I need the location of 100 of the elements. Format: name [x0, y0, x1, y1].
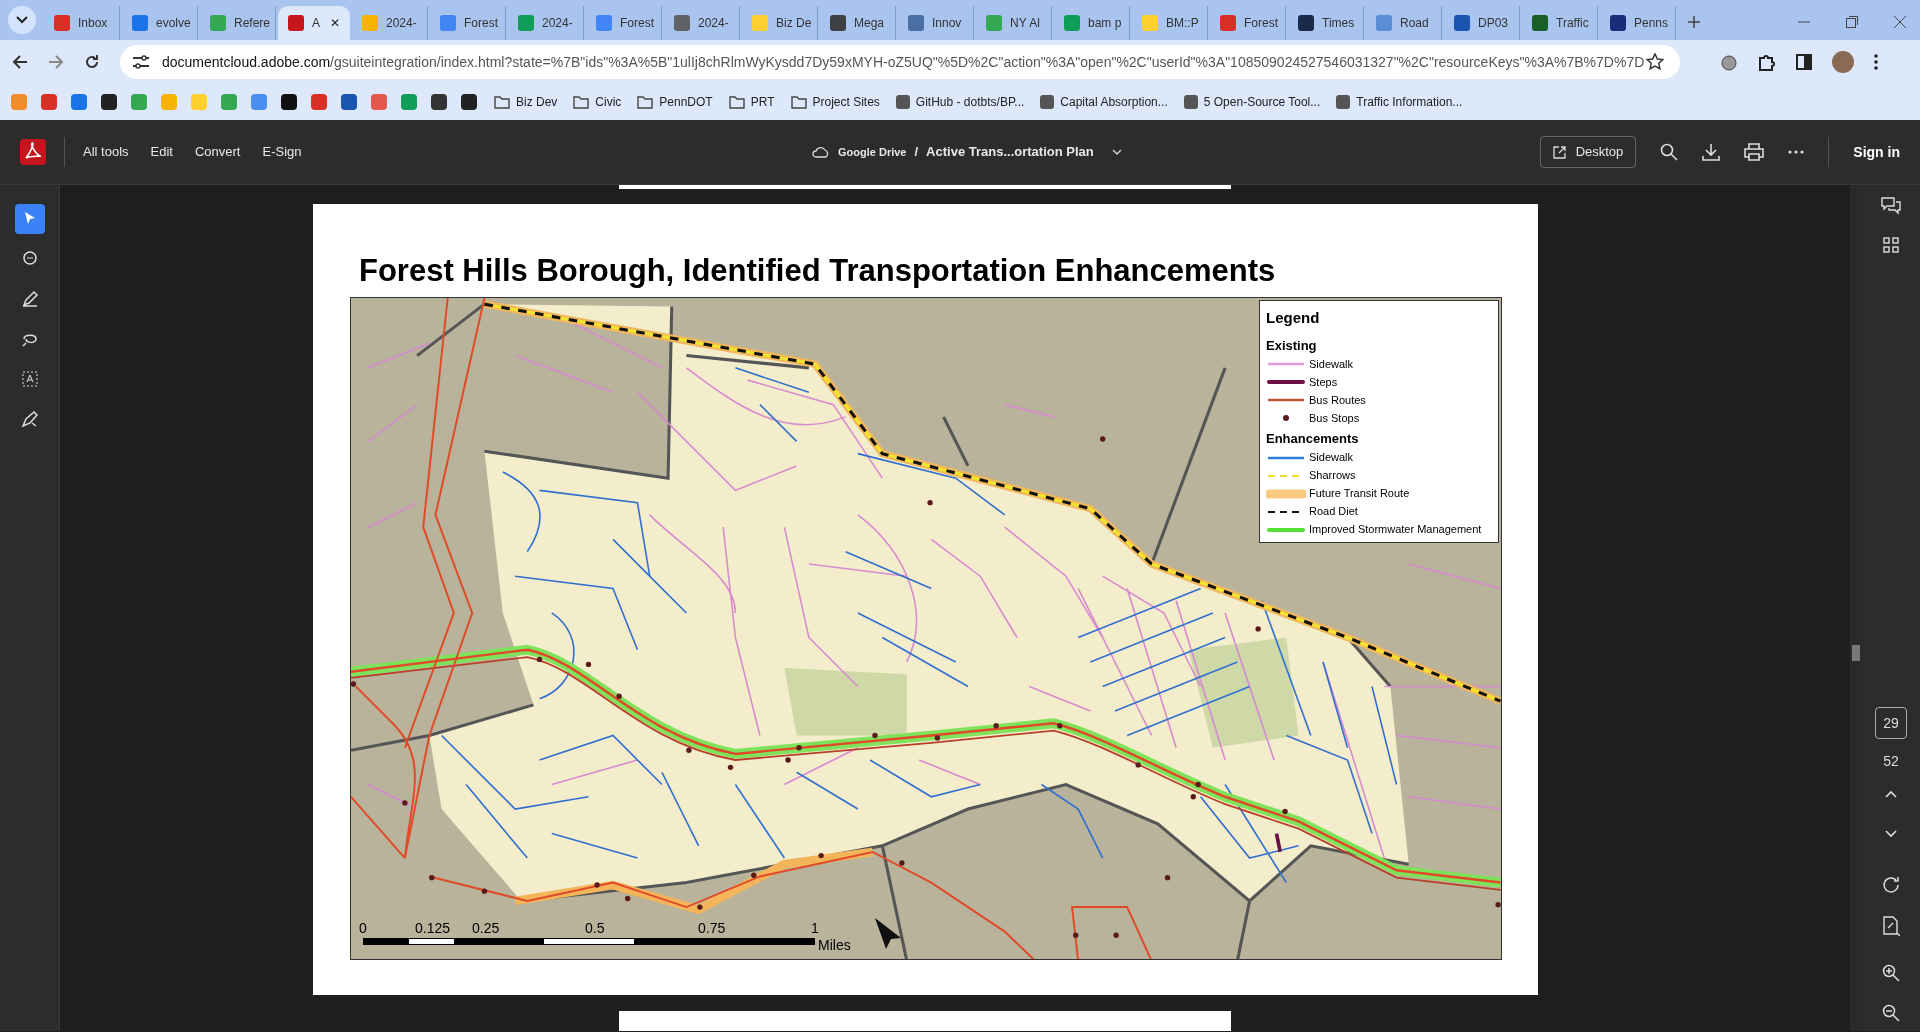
bookmark-link[interactable]: 5 Open-Source Tool... — [1183, 93, 1321, 111]
legend-heading: Enhancements — [1266, 430, 1360, 448]
legend-label: Road Diet — [1309, 504, 1358, 520]
favicon-icon — [1610, 15, 1626, 31]
zoom-out-icon[interactable] — [1882, 1004, 1900, 1022]
page-title: Forest Hills Borough, Identified Transportation Enhancements — [359, 252, 1276, 290]
download-icon[interactable] — [1702, 143, 1721, 161]
scale-label: 0.75 — [698, 919, 726, 938]
favicon-icon — [674, 15, 690, 31]
breadcrumb-location[interactable]: Google Drive — [838, 143, 907, 160]
chevron-down-icon[interactable] — [1111, 148, 1122, 155]
bookmark-folder[interactable]: Civic — [573, 93, 622, 111]
bookmark-icon[interactable] — [281, 94, 297, 110]
folder-icon — [790, 95, 807, 109]
bookmark-icon[interactable] — [431, 94, 447, 110]
forward-icon[interactable] — [48, 54, 64, 70]
favicon-icon — [1454, 15, 1470, 31]
favicon-icon — [288, 15, 304, 31]
chevron-down-icon — [16, 16, 28, 24]
tool-button[interactable] — [14, 204, 45, 234]
bookmark-link[interactable]: Traffic Information... — [1336, 93, 1463, 111]
toolbar-menu-item[interactable]: Edit — [150, 142, 173, 162]
extension-icon[interactable] — [1720, 53, 1738, 71]
site-icon — [1040, 95, 1055, 109]
favicon-icon — [54, 15, 70, 31]
chevron-up-icon[interactable] — [1885, 790, 1897, 798]
site-icon — [1336, 95, 1351, 109]
back-icon[interactable] — [12, 54, 28, 70]
favicon-icon — [1376, 15, 1392, 31]
favicon-icon — [210, 15, 226, 31]
browser-tab[interactable]: A ✕ — [278, 6, 350, 40]
chevron-down-icon[interactable] — [1885, 830, 1897, 838]
legend-label: Sidewalk — [1309, 450, 1354, 466]
zoom-in-icon[interactable] — [1882, 964, 1900, 982]
scrollbar[interactable] — [1850, 185, 1862, 1031]
favicon-icon — [830, 15, 846, 31]
document-title: Active Trans...ortation Plan — [926, 143, 1094, 161]
desktop-button[interactable]: Desktop — [1539, 136, 1637, 168]
page-number-field[interactable]: 29 — [1875, 707, 1907, 739]
bookmark-link[interactable]: GitHub - dotbts/BP... — [895, 93, 1025, 111]
bookmark-folder[interactable]: Project Sites — [790, 93, 880, 111]
bookmark-icon[interactable] — [341, 94, 357, 110]
reload-icon[interactable] — [84, 54, 100, 70]
toolbar-menu-item[interactable]: All tools — [83, 142, 129, 162]
rotate-icon[interactable] — [1882, 876, 1900, 894]
legend-heading: Existing — [1266, 336, 1318, 355]
scrollbar-thumb[interactable] — [1852, 645, 1860, 661]
file-icon[interactable] — [1882, 916, 1900, 936]
legend-label: Future Transit Route — [1309, 486, 1410, 502]
url-text: documentcloud.adobe.com/gsuiteintegration/index.html?state=%7B"ids"%3A%5B"1ulIj8chRlmWyKysdd7Dy59xMYH-oZ5UQ"%5D%2C"action"%3A"open"%2C"userId"%3A"108509024527546031327"%2C"resourceKeys"%3A%7B%7D%7D — [162, 52, 1646, 72]
bookmark-folder[interactable]: PRT — [728, 93, 775, 111]
site-info-icon[interactable] — [132, 55, 150, 69]
more-icon[interactable] — [1874, 54, 1878, 70]
legend-label: Improved Stormwater Management — [1309, 522, 1482, 538]
bookmark-icon[interactable] — [461, 94, 477, 110]
cloud-icon — [812, 145, 830, 158]
search-icon[interactable] — [1660, 143, 1679, 161]
new-tab-icon[interactable] — [1688, 16, 1700, 28]
favicon-icon — [752, 15, 768, 31]
bookmark-folder[interactable]: Biz Dev — [494, 93, 558, 111]
print-icon[interactable] — [1744, 143, 1765, 161]
puzzle-icon[interactable] — [1758, 53, 1776, 71]
legend-label: Bus Stops — [1309, 410, 1360, 426]
bookmark-link[interactable]: Capital Absorption... — [1040, 93, 1168, 111]
legend-title: Legend — [1266, 308, 1321, 328]
folder-icon — [573, 95, 590, 109]
close-tab-button[interactable]: ✕ — [330, 14, 340, 32]
side-panel-icon[interactable] — [1796, 54, 1812, 70]
favicon-icon — [518, 15, 534, 31]
bookmark-icon[interactable] — [101, 94, 117, 110]
legend-label: Sharrows — [1309, 468, 1356, 484]
grid-icon[interactable] — [1883, 237, 1899, 253]
scale-label: 0.125 — [415, 919, 451, 938]
toolbar-menu-item[interactable]: Convert — [194, 142, 241, 162]
favicon-icon — [1064, 15, 1080, 31]
bookmark-folder[interactable]: PennDOT — [637, 93, 713, 111]
folder-icon — [637, 95, 654, 109]
avatar[interactable] — [1832, 51, 1854, 73]
address-bar[interactable]: documentcloud.adobe.com/gsuiteintegration/index.html?state=%7B"ids"%3A%5B"1ulIj8chRlmWyKysdd7Dy59xMYH-oZ5UQ"%5D%2C"action"%3A"open"%2C"userId"%3A"108509024527546031327"%2C"resourceKeys"%3A%7B%7D%7D — [120, 45, 1680, 79]
star-icon[interactable] — [1646, 53, 1664, 71]
tab-list-button[interactable] — [8, 6, 36, 34]
sign-in-link[interactable]: Sign in — [1853, 141, 1900, 163]
favicon-icon — [362, 15, 378, 31]
favicon-icon — [440, 15, 456, 31]
favicon-icon — [908, 15, 924, 31]
favicon-icon — [132, 15, 148, 31]
acrobat-logo-icon[interactable] — [20, 139, 46, 165]
breadcrumb-separator: / — [914, 143, 919, 161]
toolbar-menu-item[interactable]: E-Sign — [262, 142, 302, 162]
scale-label: 0 — [359, 919, 367, 938]
folder-icon — [728, 95, 745, 109]
more-icon[interactable] — [1788, 150, 1805, 154]
scale-label: 0.25 — [472, 919, 500, 938]
favicon-icon — [1142, 15, 1158, 31]
comment-icon[interactable] — [1881, 197, 1901, 215]
legend-label: Sidewalk — [1309, 356, 1354, 372]
close-icon[interactable] — [1894, 16, 1906, 28]
folder-icon — [494, 95, 510, 109]
restore-icon[interactable] — [1846, 16, 1858, 28]
favicon-icon — [1298, 15, 1314, 31]
